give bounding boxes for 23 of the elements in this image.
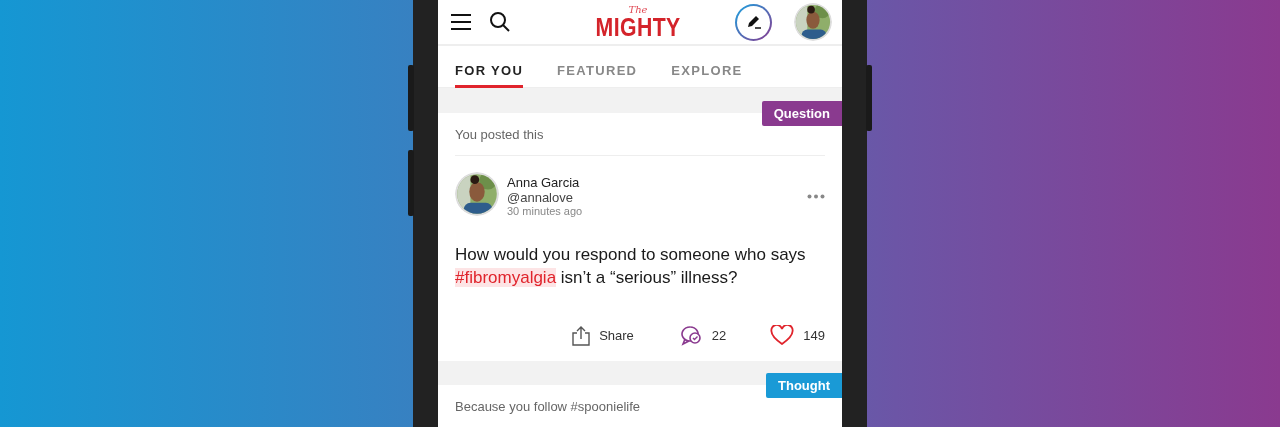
menu-icon[interactable] [450, 13, 472, 32]
feed-tab[interactable]: EXPLORE [671, 46, 743, 88]
post-text: How would you respond to someone who says #fibromyalgia isn’t a “serious” illness? [455, 244, 807, 289]
heart-icon[interactable] [770, 325, 795, 346]
post-time: 30 minutes ago [507, 205, 584, 217]
like-count: 149 [803, 328, 825, 343]
more-icon[interactable] [807, 194, 825, 199]
hashtag-link[interactable]: #fibromyalgia [455, 268, 557, 287]
search-icon[interactable] [489, 11, 511, 34]
post-type-badge: Thought [766, 373, 842, 398]
post-context: You posted this [455, 127, 545, 144]
post-type-badge: Question [761, 101, 842, 126]
post-context: Because you follow #spoonielife [455, 399, 641, 416]
share-icon [571, 325, 592, 346]
share-button[interactable]: Share [571, 325, 634, 346]
feed-tab[interactable]: FOR YOU [455, 46, 524, 88]
comment-count: 22 [711, 328, 727, 343]
feed-tab[interactable]: FEATURED [557, 46, 638, 88]
comment-icon[interactable] [679, 325, 704, 346]
pencil-icon [745, 14, 762, 31]
author-handle: @annalove [507, 190, 574, 205]
author-name[interactable]: Anna Garcia [507, 175, 799, 190]
compose-button[interactable] [735, 3, 772, 41]
